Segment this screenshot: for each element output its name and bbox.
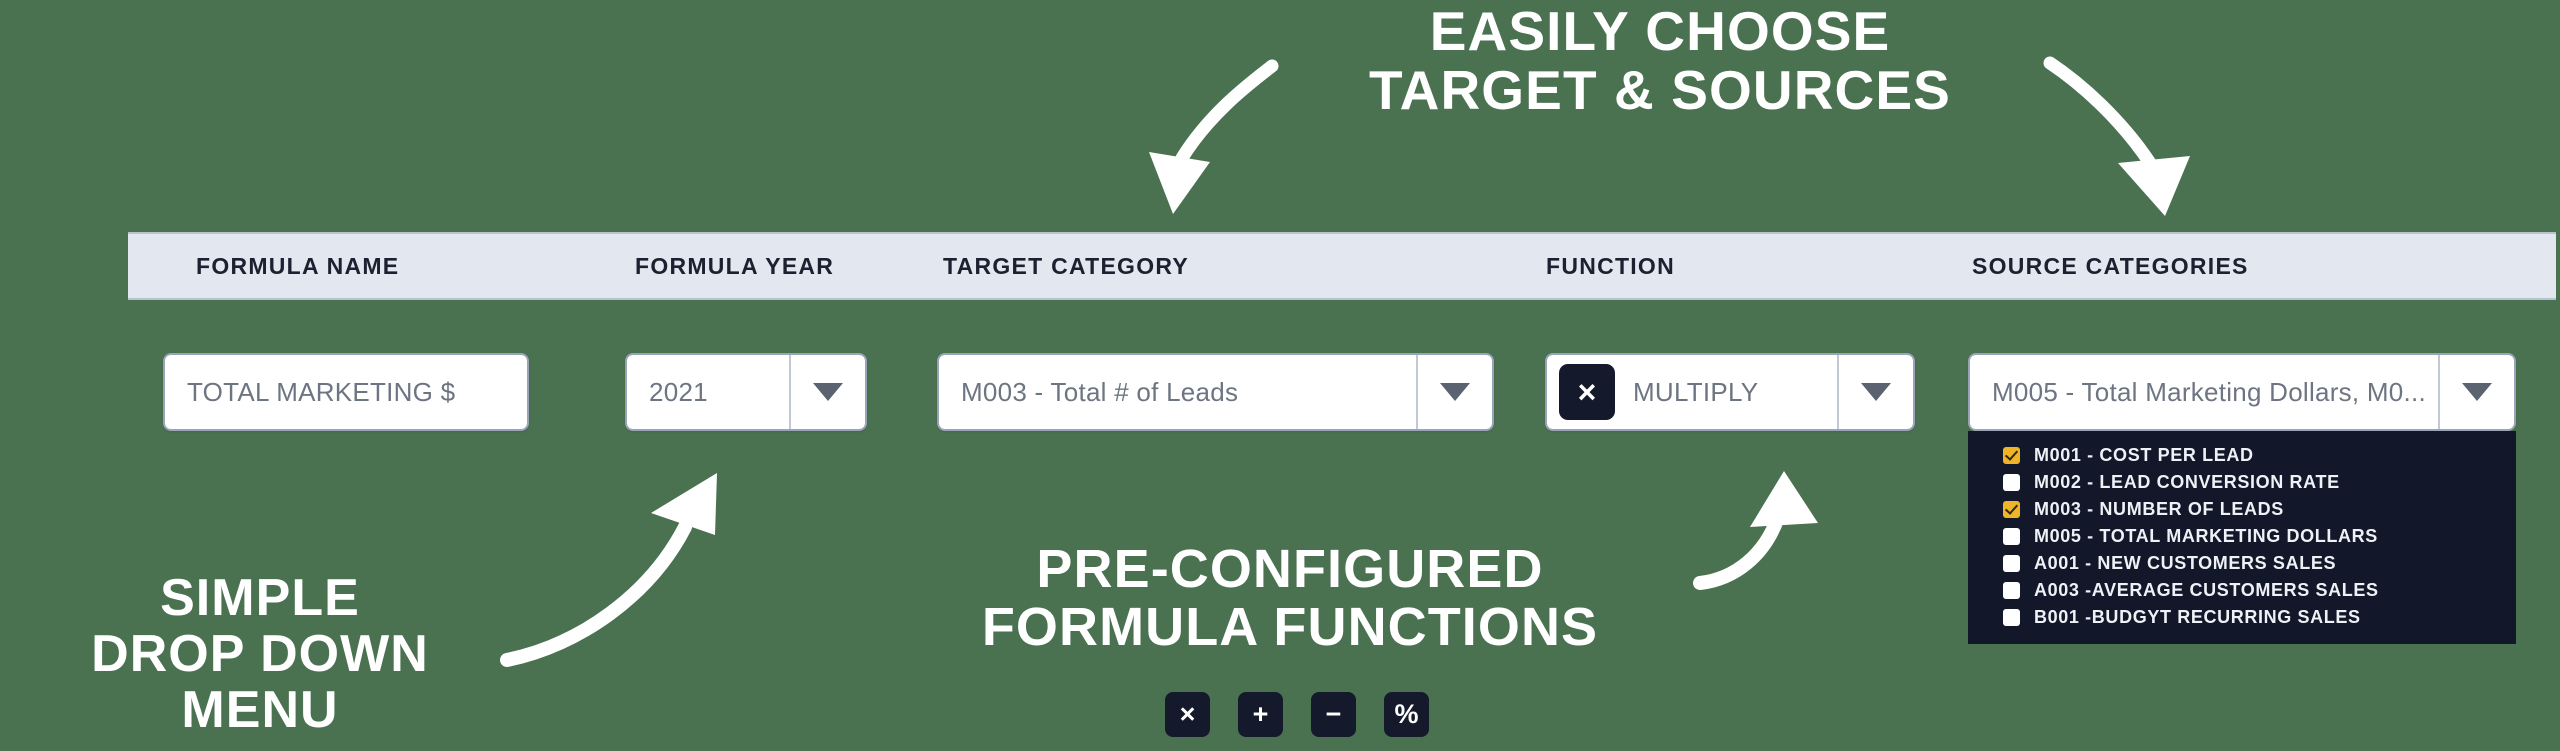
source-category-option[interactable]: A001 - NEW CUSTOMERS SALES bbox=[1969, 550, 2515, 577]
callout-pre-configured-formula-functions: Pre-Configured Formula Functions bbox=[981, 539, 1599, 658]
source-category-option[interactable]: M001 - COST PER LEAD bbox=[1969, 442, 2515, 469]
percent-icon: % bbox=[1394, 699, 1419, 729]
chevron-down-icon bbox=[2462, 383, 2492, 401]
multiply-icon: × bbox=[1559, 364, 1615, 420]
source-category-option-label: M001 - COST PER LEAD bbox=[2034, 445, 2254, 465]
checkbox-unchecked-icon[interactable] bbox=[2003, 609, 2020, 626]
source-category-option-label: A001 - NEW CUSTOMERS SALES bbox=[2034, 553, 2337, 573]
checkbox-unchecked-icon[interactable] bbox=[2003, 555, 2020, 572]
source-category-option-label: M003 - NUMBER OF LEADS bbox=[2034, 499, 2284, 519]
callout-simple-drop-down-menu: Simple Drop Down Menu bbox=[91, 569, 429, 740]
callout-target-sources: Easily Choose Target & Sources bbox=[1369, 0, 1951, 122]
formula-name-value[interactable]: TOTAL MARKETING $ bbox=[187, 377, 455, 408]
screenshot-root: Easily Choose Target & Sources Simple Dr… bbox=[0, 0, 2560, 751]
source-category-option-label: B001 -BUDGYT RECURRING SALES bbox=[2034, 607, 2361, 627]
checkbox-checked-icon[interactable] bbox=[2003, 447, 2020, 464]
multiply-button[interactable]: × bbox=[1165, 692, 1210, 737]
checkbox-unchecked-icon[interactable] bbox=[2003, 582, 2020, 599]
function-caret-button[interactable] bbox=[1837, 355, 1913, 429]
column-header-target-category: TARGET CATEGORY bbox=[943, 252, 1189, 279]
table-header-row: FORMULA NAME FORMULA YEAR TARGET CATEGOR… bbox=[128, 232, 2556, 300]
source-category-option[interactable]: A003 -AVERAGE CUSTOMERS SALES bbox=[1969, 577, 2515, 604]
source-category-option-label: M002 - LEAD CONVERSION RATE bbox=[2034, 472, 2340, 492]
source-category-option-label: A003 -AVERAGE CUSTOMERS SALES bbox=[2034, 580, 2379, 600]
chevron-down-icon bbox=[1861, 383, 1891, 401]
chevron-down-icon bbox=[1440, 383, 1470, 401]
column-header-formula-year: FORMULA YEAR bbox=[635, 252, 835, 279]
minus-icon: − bbox=[1325, 699, 1342, 729]
arrow-to-function-icon bbox=[1693, 471, 1818, 590]
formula-year-caret-button[interactable] bbox=[789, 355, 865, 429]
arrow-to-formula-year-icon bbox=[500, 473, 717, 667]
source-categories-select[interactable]: M005 - Total Marketing Dollars, M0... bbox=[1968, 353, 2516, 431]
function-value: MULTIPLY bbox=[1633, 376, 1759, 407]
formula-name-input[interactable]: TOTAL MARKETING $ bbox=[163, 353, 529, 431]
subtract-button[interactable]: − bbox=[1311, 692, 1356, 737]
source-categories-value: M005 - Total Marketing Dollars, M0... bbox=[1992, 376, 2426, 407]
source-category-option-label: M005 - TOTAL MARKETING DOLLARS bbox=[2034, 526, 2378, 546]
source-categories-caret-button[interactable] bbox=[2438, 355, 2514, 429]
source-category-option[interactable]: M005 - TOTAL MARKETING DOLLARS bbox=[1969, 523, 2515, 550]
formula-year-value: 2021 bbox=[649, 376, 708, 407]
target-category-caret-button[interactable] bbox=[1416, 355, 1492, 429]
percent-button[interactable]: % bbox=[1384, 692, 1429, 737]
add-button[interactable]: + bbox=[1238, 692, 1283, 737]
formula-year-select[interactable]: 2021 bbox=[625, 353, 867, 431]
chevron-down-icon bbox=[813, 383, 843, 401]
checkbox-unchecked-icon[interactable] bbox=[2003, 474, 2020, 491]
target-category-value: M003 - Total # of Leads bbox=[961, 376, 1239, 407]
column-header-formula-name: FORMULA NAME bbox=[196, 252, 400, 279]
checkbox-checked-icon[interactable] bbox=[2003, 501, 2020, 518]
operator-button-strip: × + −% bbox=[1165, 692, 1429, 737]
column-header-function: FUNCTION bbox=[1546, 252, 1675, 279]
function-select[interactable]: × MULTIPLY bbox=[1545, 353, 1915, 431]
arrow-to-source-categories-icon bbox=[2043, 56, 2190, 216]
multiply-icon: × bbox=[1179, 699, 1196, 729]
source-category-option[interactable]: M002 - LEAD CONVERSION RATE bbox=[1969, 469, 2515, 496]
target-category-select[interactable]: M003 - Total # of Leads bbox=[937, 353, 1494, 431]
source-categories-dropdown-menu[interactable]: M001 - COST PER LEAD M002 - LEAD CONVERSI… bbox=[1968, 431, 2516, 644]
source-category-option[interactable]: M003 - NUMBER OF LEADS bbox=[1969, 496, 2515, 523]
plus-icon: + bbox=[1252, 699, 1269, 729]
source-category-option[interactable]: B001 -BUDGYT RECURRING SALES bbox=[1969, 604, 2515, 631]
column-header-source-categories: SOURCE CATEGORIES bbox=[1972, 252, 2249, 279]
checkbox-unchecked-icon[interactable] bbox=[2003, 528, 2020, 545]
